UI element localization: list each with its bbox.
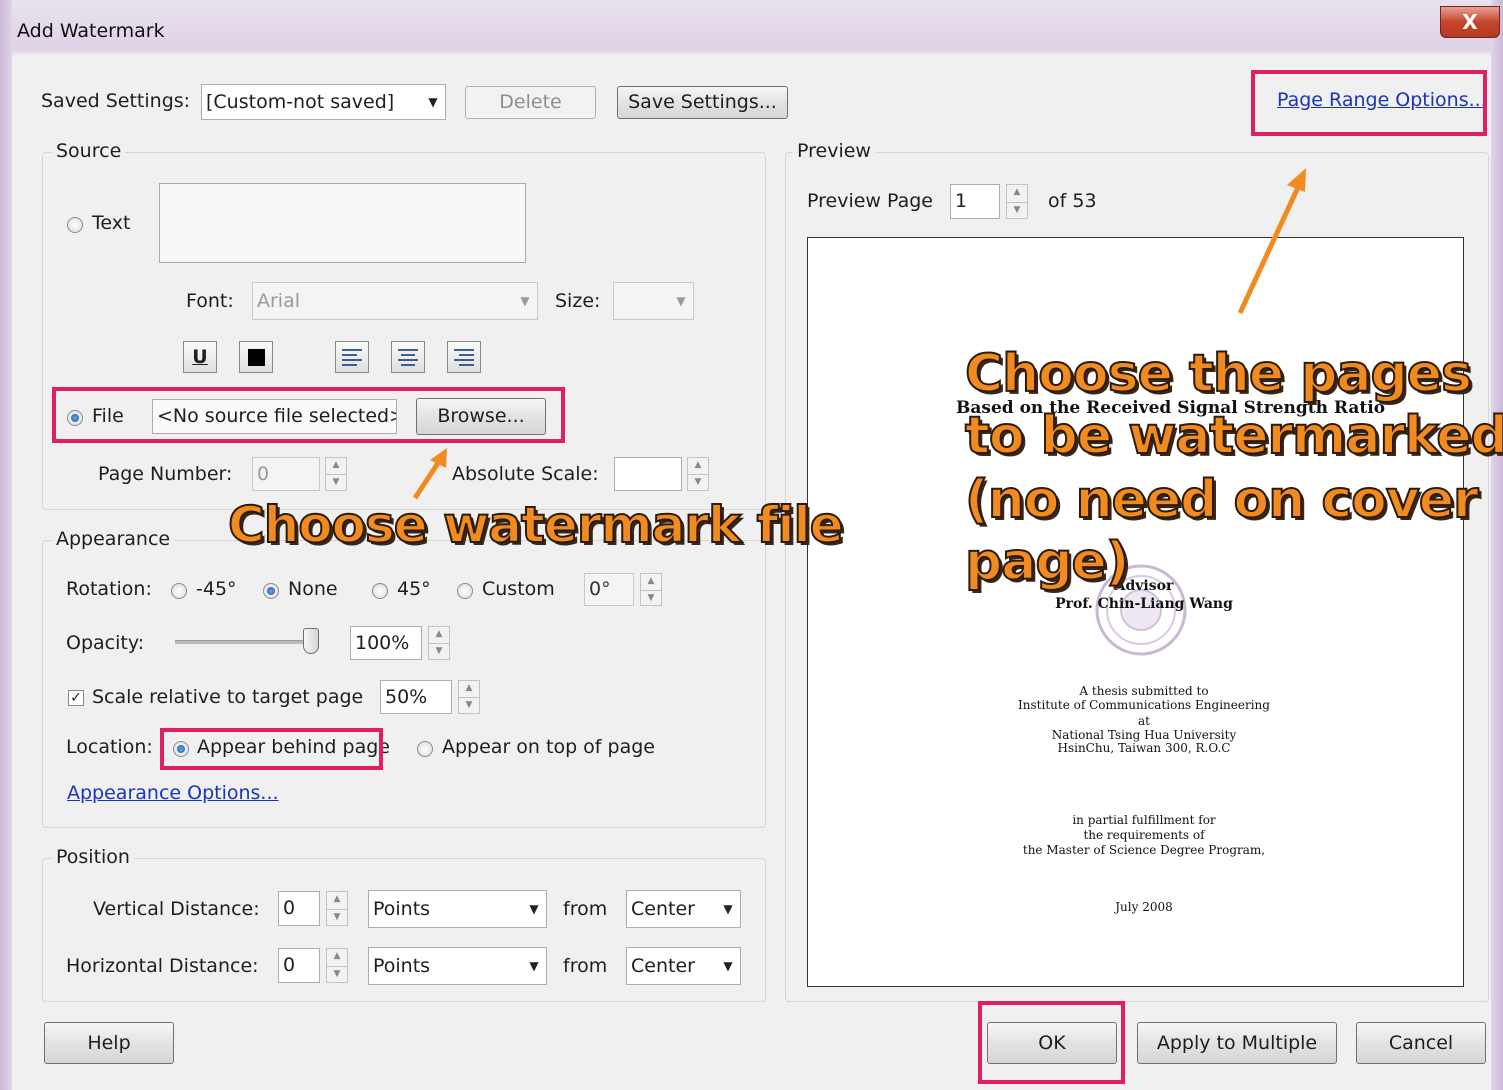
annotation-pages-line: Choose the pages [964,343,1473,405]
annotation-pages-line: (no need on cover [964,469,1480,531]
annotation-pages-line: page) [964,531,1131,593]
add-watermark-dialog: Add Watermark X Saved Settings: [Custom-… [0,0,1503,1090]
arrow-to-browse-icon [412,448,447,500]
arrow-to-page-range-icon [1237,168,1306,315]
annotation-pages-line: to be watermarked [964,405,1503,467]
annotation-watermark-file: Choose watermark file [227,495,845,555]
